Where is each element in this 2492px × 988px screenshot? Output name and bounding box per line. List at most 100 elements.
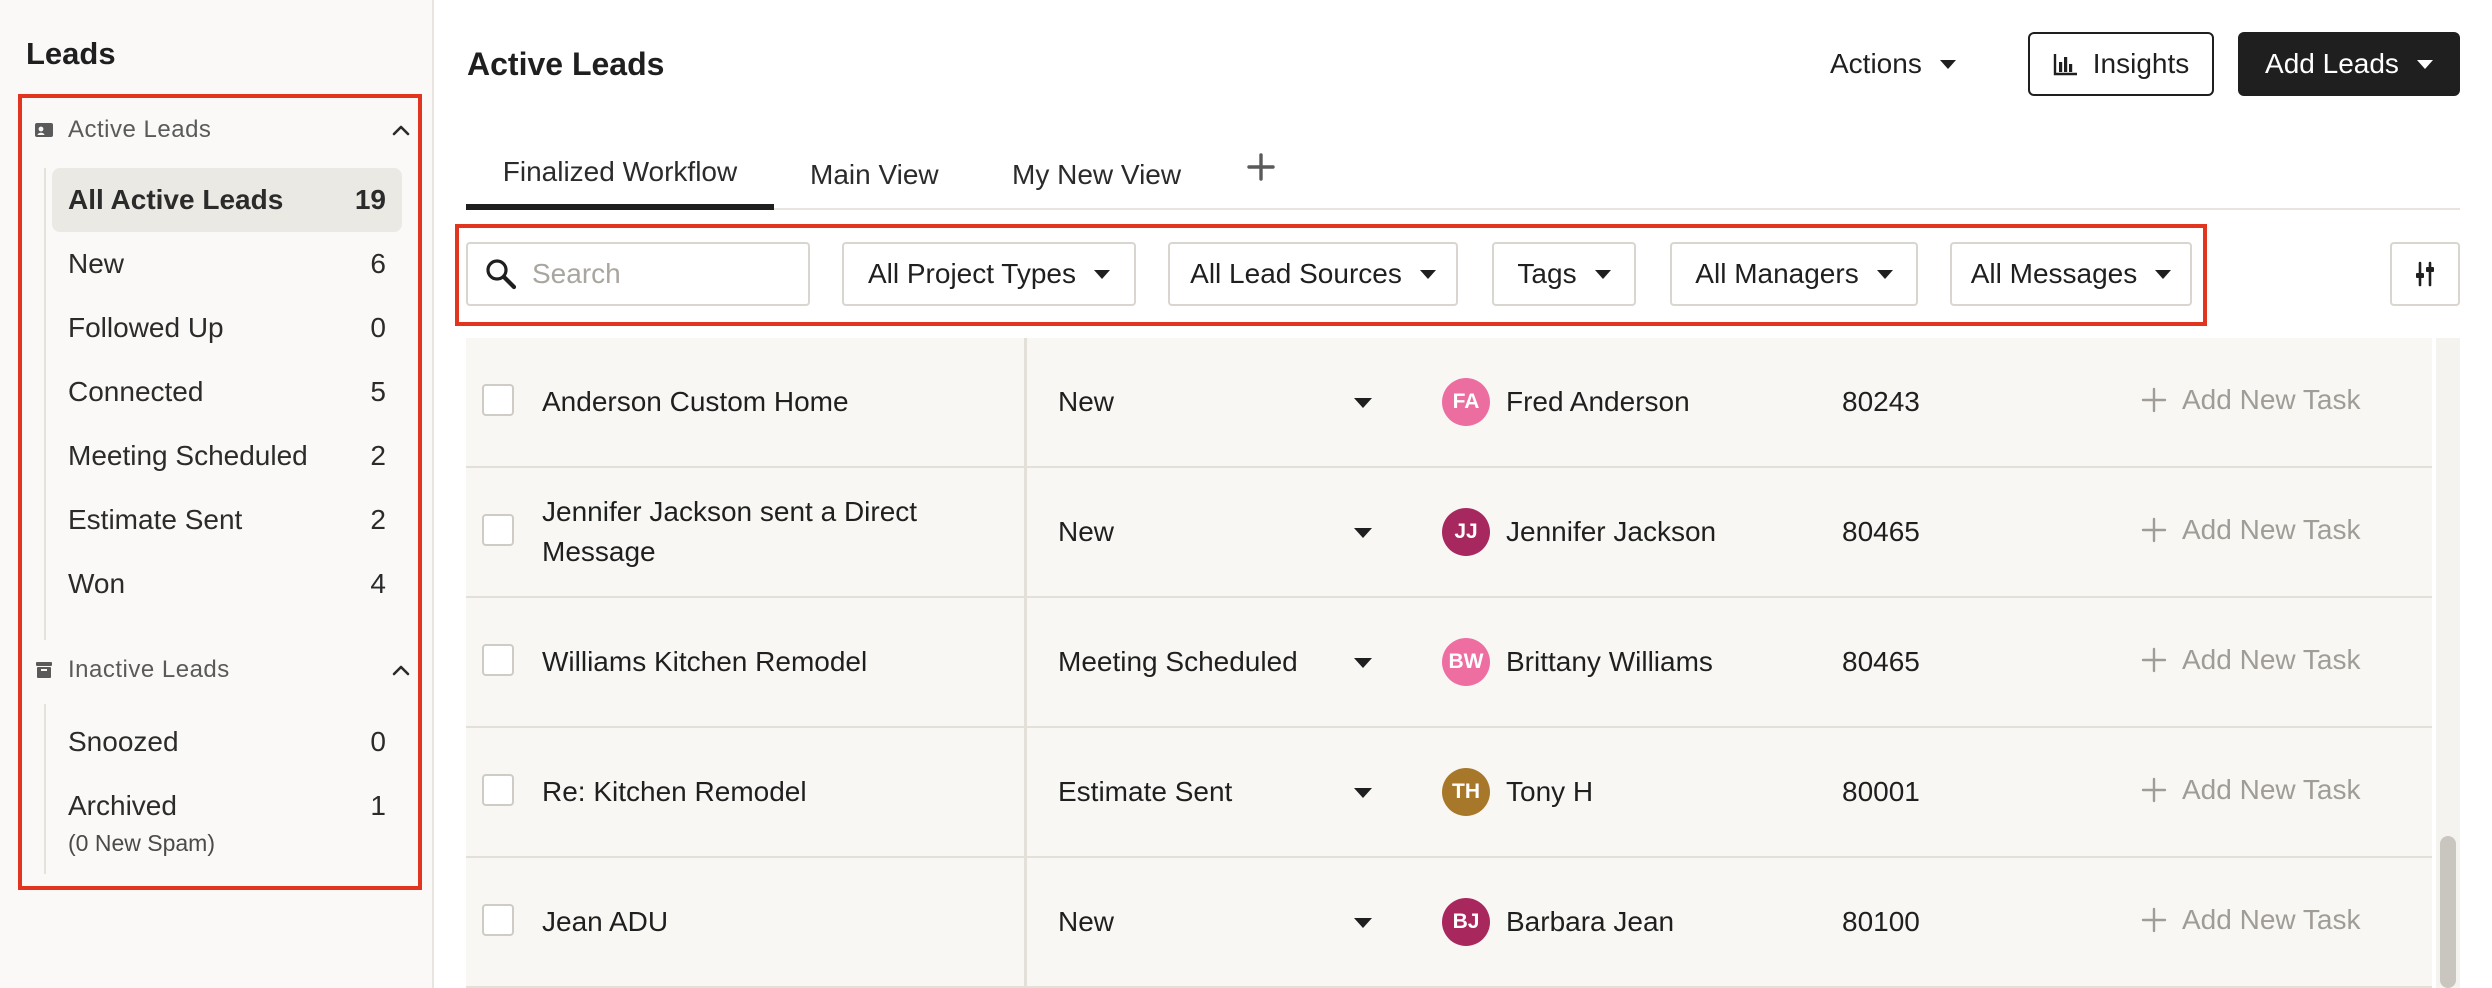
add-task-button[interactable]: Add New Task [2140, 384, 2360, 416]
caret-down-icon [1939, 59, 1956, 69]
add-task-button[interactable]: Add New Task [2140, 904, 2360, 936]
caret-down-icon[interactable] [1354, 788, 1372, 798]
add-task-label: Add New Task [2182, 904, 2361, 935]
sidebar-item-all-active-leads[interactable]: All Active Leads 19 [52, 168, 402, 232]
add-task-button[interactable]: Add New Task [2140, 774, 2360, 806]
status-select[interactable]: New [1058, 386, 1114, 418]
sidebar-item-label: Followed Up [68, 312, 224, 343]
caret-down-icon [1594, 269, 1611, 279]
sidebar-item-count: 0 [370, 312, 386, 343]
sidebar-item-won[interactable]: Won 4 [52, 552, 402, 616]
sidebar: Leads Active Leads All Active Leads 19 N… [0, 0, 434, 988]
project-types-filter[interactable]: All Project Types [842, 242, 1136, 306]
zip-code: 80243 [1842, 386, 1920, 417]
table-row[interactable]: Williams Kitchen Remodel Meeting Schedul… [466, 598, 2432, 728]
row-checkbox[interactable] [482, 774, 514, 806]
insights-label: Insights [2092, 48, 2190, 79]
sidebar-item-count: 2 [370, 440, 386, 471]
sidebar-item-label: Won [68, 568, 126, 599]
chevron-up-icon[interactable] [388, 657, 414, 683]
sidebar-item-meeting-scheduled[interactable]: Meeting Scheduled 2 [52, 424, 402, 488]
contact-card-icon [35, 123, 53, 137]
search-input[interactable] [532, 258, 792, 290]
table-row[interactable]: Re: Kitchen Remodel Estimate Sent TH Ton… [466, 728, 2432, 858]
manager-name: Fred Anderson [1506, 386, 1690, 417]
sidebar-item-archived[interactable]: Archived 1 (0 New Spam) [52, 774, 402, 856]
tab-main-view[interactable]: Main View [810, 140, 939, 210]
caret-down-icon[interactable] [1354, 918, 1372, 928]
active-leads-section-header[interactable]: Active Leads [34, 110, 414, 150]
lead-name[interactable]: Jennifer Jackson sent a Direct Message [542, 492, 962, 572]
insights-button[interactable]: Insights [2028, 32, 2214, 96]
add-view-plus-icon[interactable] [1246, 152, 1276, 182]
sidebar-item-count: 4 [370, 568, 386, 599]
inactive-leads-section-label: Inactive Leads [68, 656, 230, 683]
caret-down-icon [2416, 59, 2433, 69]
sidebar-item-label: Archived [68, 790, 177, 821]
caret-down-icon[interactable] [1354, 528, 1372, 538]
table-row[interactable]: Jean ADU New BJ Barbara Jean 80100 Add N… [466, 858, 2432, 988]
plus-icon [2141, 777, 2167, 803]
row-checkbox[interactable] [482, 514, 514, 546]
avatar: FA [1442, 378, 1490, 426]
lead-name[interactable]: Williams Kitchen Remodel [542, 642, 962, 682]
inactive-leads-section-header[interactable]: Inactive Leads [34, 650, 414, 690]
sidebar-item-count: 6 [370, 248, 386, 279]
search-field[interactable] [466, 242, 810, 306]
row-checkbox[interactable] [482, 644, 514, 676]
sidebar-item-estimate-sent[interactable]: Estimate Sent 2 [52, 488, 402, 552]
filter-label: All Lead Sources [1190, 258, 1402, 289]
messages-filter[interactable]: All Messages [1950, 242, 2192, 306]
status-select[interactable]: Estimate Sent [1058, 776, 1232, 808]
managers-filter[interactable]: All Managers [1670, 242, 1918, 306]
sidebar-item-count: 1 [370, 790, 386, 821]
caret-down-icon[interactable] [1354, 398, 1372, 408]
sidebar-item-connected[interactable]: Connected 5 [52, 360, 402, 424]
zip-code: 80001 [1842, 776, 1920, 807]
add-leads-button[interactable]: Add Leads [2238, 32, 2460, 96]
status-select[interactable]: New [1058, 516, 1114, 548]
row-checkbox[interactable] [482, 384, 514, 416]
active-leads-section-label: Active Leads [68, 116, 212, 143]
lead-name[interactable]: Jean ADU [542, 902, 962, 942]
lead-name[interactable]: Anderson Custom Home [542, 382, 962, 422]
sidebar-item-label: Connected [68, 376, 204, 407]
sidebar-item-label: Meeting Scheduled [68, 440, 308, 471]
lead-name[interactable]: Re: Kitchen Remodel [542, 772, 962, 812]
tab-my-new-view[interactable]: My New View [1012, 140, 1181, 210]
table-row[interactable]: Jennifer Jackson sent a Direct Message N… [466, 468, 2432, 598]
column-settings-button[interactable] [2390, 242, 2460, 306]
add-task-button[interactable]: Add New Task [2140, 514, 2360, 546]
filter-label: All Project Types [867, 258, 1077, 289]
manager-name: Brittany Williams [1506, 646, 1713, 677]
status-select[interactable]: Meeting Scheduled [1058, 646, 1298, 678]
filter-label: Tags [1517, 258, 1577, 289]
tab-finalized-workflow[interactable]: Finalized Workflow [466, 140, 774, 210]
add-task-label: Add New Task [2182, 774, 2361, 805]
sliders-icon [2416, 261, 2434, 287]
sidebar-item-label: All Active Leads [68, 184, 284, 215]
sidebar-item-new[interactable]: New 6 [52, 232, 402, 296]
table-scrollbar-thumb[interactable] [2440, 836, 2456, 988]
caret-down-icon[interactable] [1354, 658, 1372, 668]
actions-dropdown[interactable]: Actions [1830, 36, 1956, 92]
leads-table: Anderson Custom Home New FA Fred Anderso… [466, 338, 2432, 988]
chevron-up-icon[interactable] [388, 117, 414, 143]
plus-icon [2141, 517, 2167, 543]
table-row[interactable]: Anderson Custom Home New FA Fred Anderso… [466, 338, 2432, 468]
archive-box-icon [36, 662, 52, 678]
sidebar-item-followed-up[interactable]: Followed Up 0 [52, 296, 402, 360]
zip-code: 80465 [1842, 516, 1920, 547]
lead-sources-filter[interactable]: All Lead Sources [1168, 242, 1458, 306]
sidebar-item-count: 0 [370, 726, 386, 757]
add-task-button[interactable]: Add New Task [2140, 644, 2360, 676]
status-select[interactable]: New [1058, 906, 1114, 938]
caret-down-icon [1419, 269, 1436, 279]
view-tabs: Finalized Workflow Main View My New View [466, 140, 2460, 210]
sidebar-item-label: Snoozed [68, 726, 179, 757]
row-checkbox[interactable] [482, 904, 514, 936]
page-title: Active Leads [467, 46, 665, 82]
sidebar-item-count: 5 [370, 376, 386, 407]
sidebar-item-snoozed[interactable]: Snoozed 0 [52, 710, 402, 774]
tags-filter[interactable]: Tags [1492, 242, 1636, 306]
